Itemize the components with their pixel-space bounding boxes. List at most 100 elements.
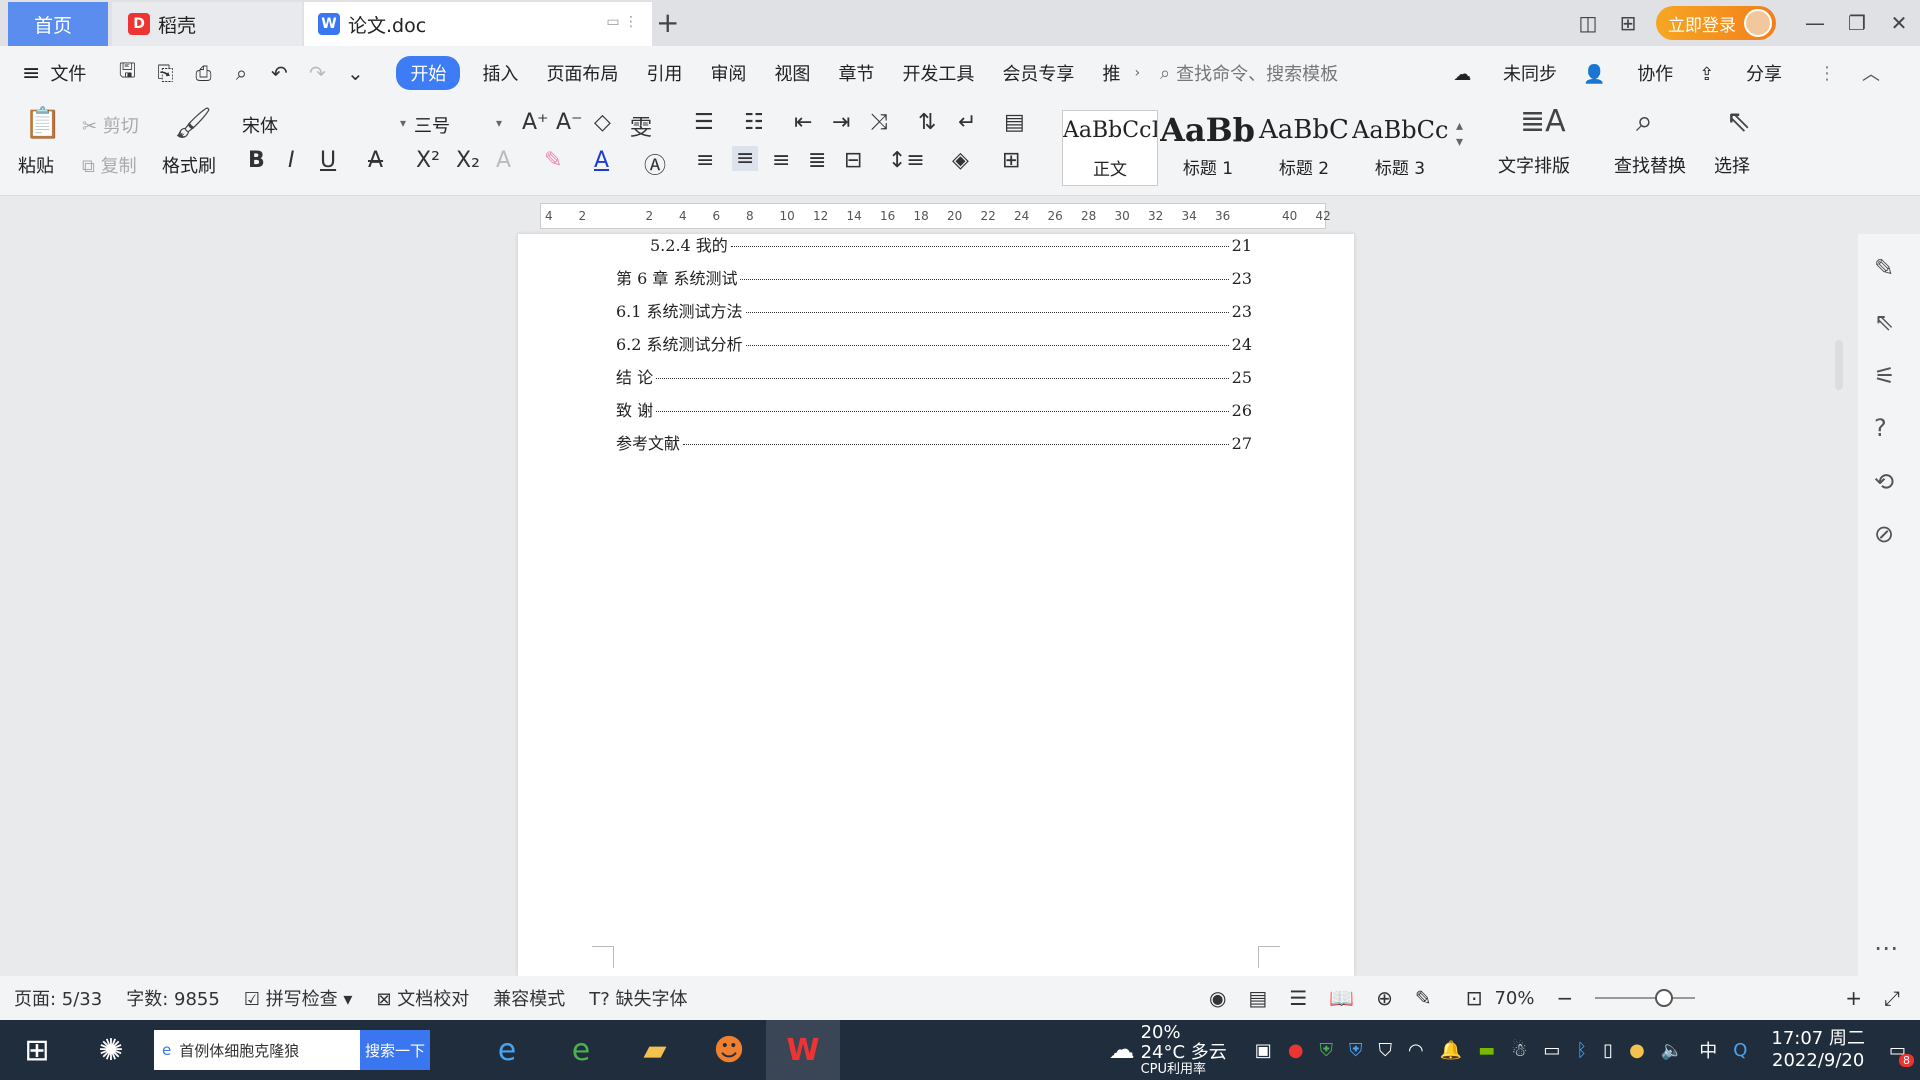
tray-shield-icon[interactable]: ⛨ (1320, 1040, 1334, 1061)
zoom-level[interactable]: 70% (1494, 988, 1534, 1009)
customize-chevron-icon[interactable]: ⌄ (336, 61, 374, 85)
tray-security-icon[interactable]: ⛨ (1349, 1040, 1363, 1061)
game-app-icon[interactable]: ☻ (692, 1020, 766, 1080)
strikethrough-icon[interactable]: A (368, 148, 383, 173)
page-count[interactable]: 页面: 5/33 (14, 985, 102, 1011)
command-search[interactable]: ⌕ 查找命令、搜索模板 (1160, 60, 1338, 86)
tab-references[interactable]: 引用 (646, 60, 682, 86)
cut-button[interactable]: ✂ 剪切 (82, 112, 139, 138)
screen-icon[interactable]: ▭ ⋮ (606, 14, 638, 30)
style-heading-2[interactable]: AaBbC 标题 2 (1256, 110, 1352, 186)
format-painter-icon[interactable]: 🖌 (174, 106, 212, 141)
minimize-icon[interactable]: — (1794, 11, 1836, 35)
missing-font-button[interactable]: T? 缺失字体 (589, 985, 687, 1011)
weather-widget[interactable]: ☁ 20% 24°C 多云 CPU利用率 (1109, 1023, 1227, 1077)
usb-icon[interactable]: ▯ (1603, 1040, 1613, 1061)
border-icon[interactable]: ⊞ (1002, 148, 1020, 173)
chinese-layout-icon[interactable]: ⤨ (870, 110, 888, 135)
wps-taskbar-icon[interactable]: W (766, 1020, 840, 1080)
toc-entry[interactable]: 5.2.4 我的 21 (650, 232, 1252, 256)
size-chevron-icon[interactable]: ▾ (496, 116, 502, 130)
toc-entry[interactable]: 第 6 章 系统测试 23 (616, 265, 1252, 289)
word-count[interactable]: 字数: 9855 (126, 985, 220, 1011)
copy-button[interactable]: ⧉ 复制 (82, 152, 137, 178)
login-button[interactable]: 立即登录 (1656, 6, 1776, 40)
tab-developer[interactable]: 开发工具 (902, 60, 974, 86)
numbered-list-icon[interactable]: ☷ (744, 110, 764, 135)
ie-browser-icon[interactable]: e (470, 1020, 544, 1080)
bluetooth-icon[interactable]: ᛒ (1576, 1040, 1587, 1061)
decrease-indent-icon[interactable]: ⇤ (794, 110, 812, 135)
font-chevron-icon[interactable]: ▾ (400, 116, 406, 130)
sort-icon[interactable]: ⇅ (918, 110, 936, 135)
wifi-icon[interactable]: ◠ (1408, 1040, 1424, 1061)
export-icon[interactable]: ⎘ (146, 61, 184, 85)
web-view-icon[interactable]: ⊕ (1376, 986, 1393, 1010)
volume-icon[interactable]: 🔈 (1661, 1040, 1683, 1061)
toc-entry[interactable]: 6.1 系统测试方法 23 (616, 298, 1252, 322)
zoom-in-icon[interactable]: + (1845, 986, 1862, 1010)
style-normal[interactable]: AaBbCcI 正文 (1062, 110, 1158, 186)
shading-icon[interactable]: ◈ (952, 148, 969, 173)
superscript-icon[interactable]: X² (416, 148, 440, 173)
restore-icon[interactable]: ❐ (1836, 11, 1878, 35)
style-heading-3[interactable]: AaBbCc 标题 3 (1352, 110, 1448, 186)
tab-view[interactable]: 视图 (774, 60, 810, 86)
subscript-icon[interactable]: X₂ (456, 148, 480, 173)
align-right-icon[interactable]: ≡ (772, 148, 790, 173)
ime-indicator[interactable]: 中 (1699, 1037, 1717, 1063)
text-layout-button[interactable]: 文字排版 (1498, 152, 1570, 178)
new-tab-button[interactable]: + (656, 6, 679, 39)
bold-icon[interactable]: B (248, 148, 265, 173)
tab-document[interactable]: W 论文.doc ▭ ⋮ (304, 2, 652, 46)
zoom-slider[interactable] (1595, 989, 1696, 1007)
file-explorer-icon[interactable]: ▰ (618, 1020, 692, 1080)
bullet-list-icon[interactable]: ☰ (694, 110, 714, 135)
grow-font-icon[interactable]: A⁺ (522, 110, 549, 135)
font-family-select[interactable]: 宋体 (242, 112, 402, 138)
italic-icon[interactable]: I (288, 148, 295, 173)
collab-button[interactable]: 👤 协作 (1583, 60, 1673, 86)
tab-member[interactable]: 会员专享 (1002, 60, 1074, 86)
eye-protect-icon[interactable]: ◉ (1209, 986, 1226, 1010)
share-button[interactable]: ⇪ 分享 (1699, 60, 1782, 86)
text-layout-icon[interactable]: ≣A (1520, 104, 1566, 139)
tray-browser-icon[interactable]: ● (1629, 1040, 1645, 1061)
style-heading-1[interactable]: AaBb( 标题 1 (1160, 110, 1256, 186)
taskbar-search-input[interactable]: e 首例体细胞克隆狼 (154, 1030, 360, 1070)
spell-check-button[interactable]: ☑ 拼写检查 ▾ (244, 985, 353, 1011)
redo-icon[interactable]: ↷ (298, 61, 336, 85)
clear-format-icon[interactable]: ◇ (594, 110, 611, 135)
zoom-out-icon[interactable]: − (1556, 986, 1573, 1010)
compat-mode[interactable]: 兼容模式 (493, 985, 565, 1011)
proofread-button[interactable]: ⊠ 文档校对 (376, 985, 469, 1011)
undo-icon[interactable]: ↶ (260, 61, 298, 85)
increase-indent-icon[interactable]: ⇥ (832, 110, 850, 135)
show-marks-icon[interactable]: ↵ (958, 110, 976, 135)
green-browser-icon[interactable]: e (544, 1020, 618, 1080)
bell-icon[interactable]: 🔔 (1440, 1040, 1462, 1061)
tab-start[interactable]: 开始 (396, 56, 461, 90)
tab-home[interactable]: 首页 (8, 2, 108, 46)
tray-app-icon[interactable]: ▣ (1255, 1040, 1272, 1061)
file-menu[interactable]: ≡ 文件 (22, 60, 86, 86)
collapse-ribbon-icon[interactable]: ︿ (1862, 60, 1880, 86)
format-painter-button[interactable]: 格式刷 (162, 152, 216, 178)
shrink-font-icon[interactable]: A⁻ (556, 110, 583, 135)
toc-entry[interactable]: 6.2 系统测试分析 24 (616, 331, 1252, 355)
more-vertical-icon[interactable]: ⋮ (1818, 63, 1836, 84)
table-tools-icon[interactable]: ▤ (1004, 110, 1025, 135)
toc-entry[interactable]: 结 论 25 (616, 364, 1252, 388)
more-horizontal-icon[interactable]: ⋯ (1874, 934, 1898, 962)
zoom-knob[interactable] (1655, 989, 1674, 1007)
tab-chapter[interactable]: 章节 (838, 60, 874, 86)
save-icon[interactable]: 🖫 (108, 56, 146, 90)
line-spacing-icon[interactable]: ↕≡ (888, 148, 925, 173)
tray-penguin-icon[interactable]: ☃ (1511, 1040, 1527, 1061)
windows-start-icon[interactable]: ⊞ (0, 1020, 74, 1080)
find-replace-icon[interactable]: ⌕ (1636, 104, 1653, 139)
toc-entry[interactable]: 致 谢 26 (616, 397, 1252, 421)
preview-icon[interactable]: ⌕ (222, 61, 260, 85)
text-effect-icon[interactable]: A (496, 148, 511, 173)
find-replace-button[interactable]: 查找替换 (1614, 152, 1686, 178)
